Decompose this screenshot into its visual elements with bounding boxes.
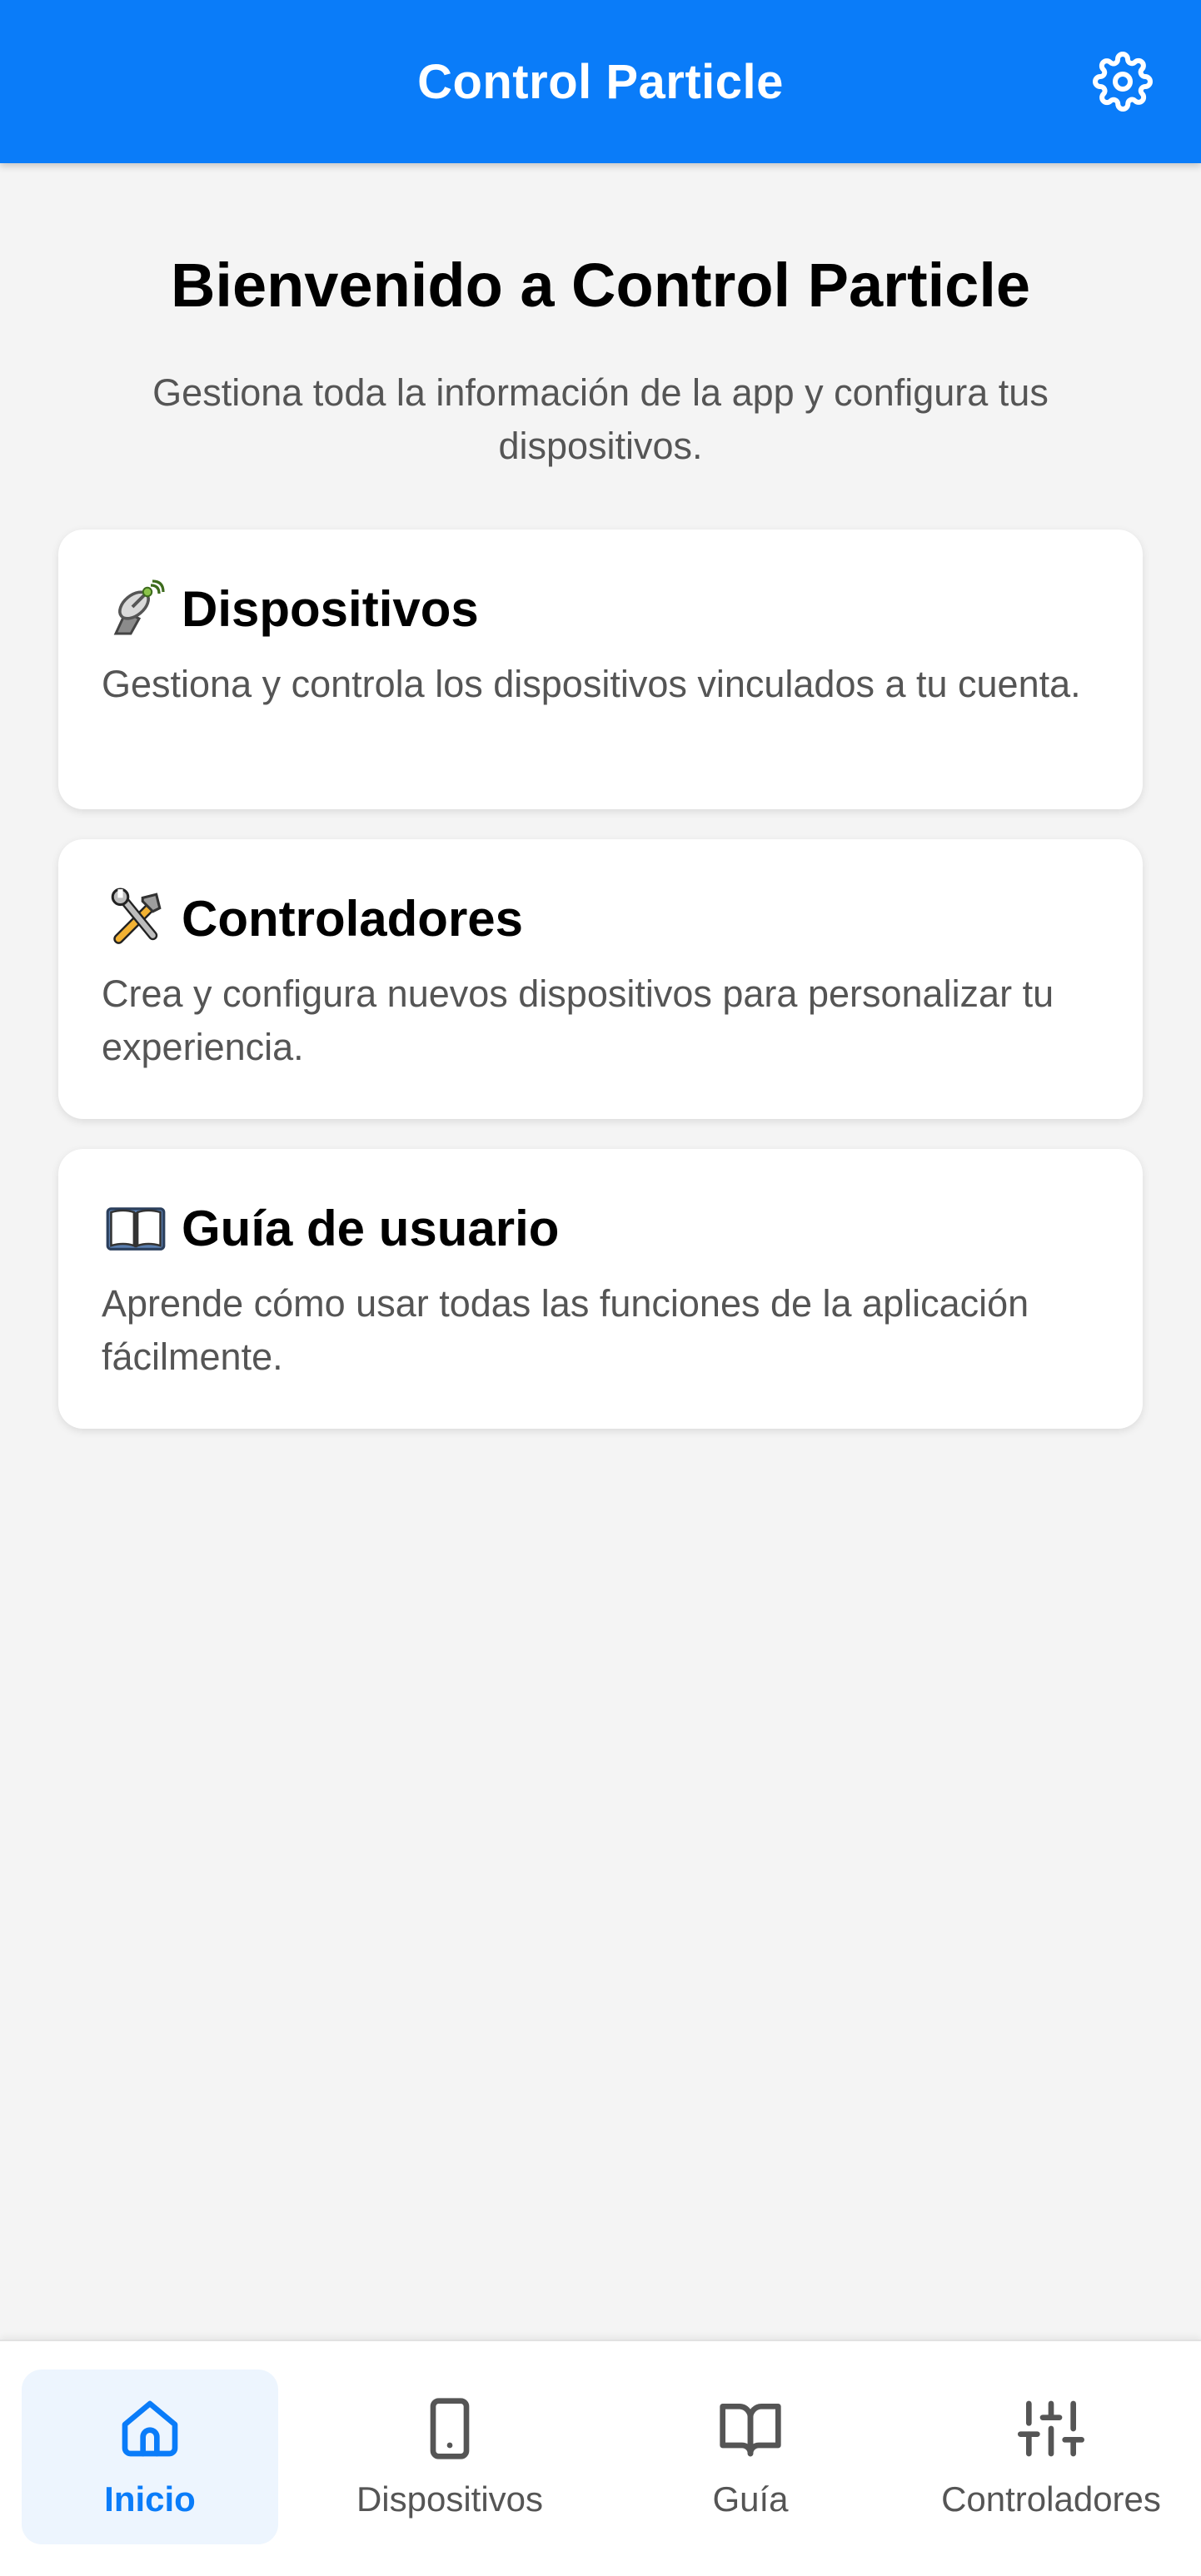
card-title: Guía de usuario [182,1200,560,1256]
card-guia-usuario[interactable]: Guía de usuario Aprende cómo usar todas … [58,1149,1143,1429]
card-title: Dispositivos [182,580,479,637]
home-icon [114,2393,186,2464]
book-icon [715,2393,786,2464]
nav-item-dispositivos[interactable]: Dispositivos [321,2370,578,2544]
nav-item-inicio[interactable]: Inicio [22,2370,278,2544]
welcome-subtitle: Gestiona toda la información de la app y… [152,371,1049,467]
welcome-title: Bienvenido a Control Particle [170,251,1031,320]
card-dispositivos[interactable]: Dispositivos Gestiona y controla los dis… [58,530,1143,809]
card-description: Crea y configura nuevos dispositivos par… [102,972,1054,1068]
nav-label: Inicio [104,2479,196,2519]
card-description: Gestiona y controla los dispositivos vin… [102,663,1081,705]
nav-item-controladores[interactable]: Controladores [923,2370,1179,2544]
satellite-antenna-icon [102,574,170,643]
card-controladores[interactable]: Controladores Crea y configura nuevos di… [58,839,1143,1119]
app-bar: Control Particle [0,0,1201,163]
card-description: Aprende cómo usar todas las funciones de… [102,1282,1029,1378]
open-book-icon [102,1194,170,1262]
gear-icon [1093,52,1153,112]
tablet-icon [414,2393,486,2464]
nav-label: Controladores [941,2479,1161,2519]
hammer-and-wrench-icon [102,884,170,952]
card-title: Controladores [182,890,524,947]
app-title: Control Particle [417,54,784,109]
sliders-icon [1015,2393,1087,2464]
nav-label: Dispositivos [356,2479,544,2519]
settings-button[interactable] [1089,48,1156,115]
nav-label: Guía [712,2479,789,2519]
nav-item-guia[interactable]: Guía [622,2370,879,2544]
bottom-navigation: Inicio Dispositivos Guía Controladores [0,2340,1201,2576]
